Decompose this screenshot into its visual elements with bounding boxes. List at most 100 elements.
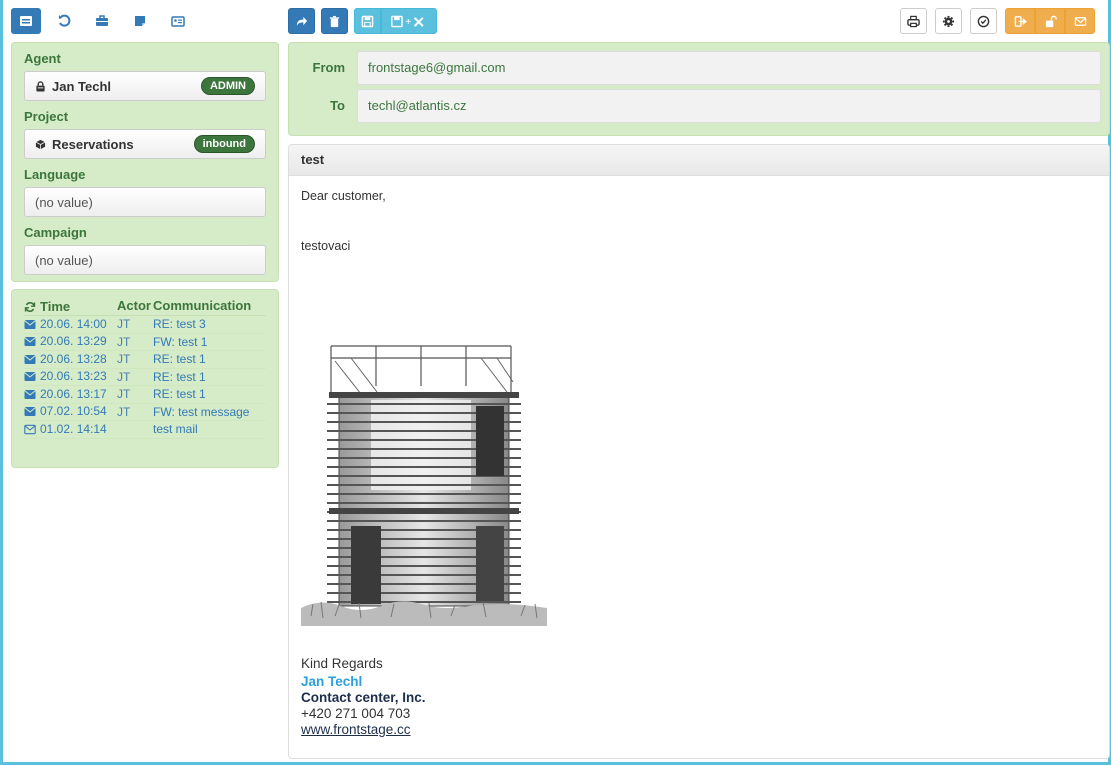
history-time: 20.06. 13:23 bbox=[24, 369, 117, 386]
history-row[interactable]: 20.06. 13:23 JT RE: test 1 bbox=[24, 369, 266, 386]
closing-text: Kind Regards bbox=[301, 656, 383, 671]
right-toolbar bbox=[900, 8, 1095, 34]
greeting-text: Dear customer, bbox=[301, 189, 386, 203]
history-time-text: 01.02. 14:14 bbox=[40, 421, 107, 436]
history-time-text: 20.06. 13:23 bbox=[40, 369, 107, 384]
forward-icon bbox=[296, 16, 308, 26]
trash-icon bbox=[329, 15, 340, 27]
history-time: 20.06. 14:00 bbox=[24, 316, 117, 333]
communication-history: Time Actor Communication 20.06. 14:00 JT R… bbox=[11, 289, 279, 468]
contact-card-icon bbox=[171, 16, 185, 27]
signature-website-link[interactable]: www.frontstage.cc bbox=[301, 722, 411, 737]
history-time-text: 20.06. 14:00 bbox=[40, 316, 107, 331]
svg-text:+: + bbox=[405, 17, 411, 28]
project-direction-badge: inbound bbox=[193, 135, 255, 153]
cube-icon bbox=[35, 139, 46, 149]
list-view-button[interactable] bbox=[11, 8, 41, 34]
history-row[interactable]: 20.06. 13:17 JT RE: test 1 bbox=[24, 386, 266, 404]
body-text: testovaci bbox=[301, 239, 351, 253]
history-actor: JT bbox=[117, 369, 131, 384]
envelope-icon bbox=[24, 372, 36, 382]
envelope-outline-icon bbox=[24, 424, 36, 434]
history-row[interactable]: 20.06. 13:29 JT FW: test 1 bbox=[24, 334, 266, 351]
history-time-text: 20.06. 13:28 bbox=[40, 351, 107, 366]
from-field[interactable]: frontstage6@gmail.com bbox=[357, 50, 1101, 85]
history-actor bbox=[117, 421, 153, 438]
settings-button[interactable] bbox=[935, 8, 962, 34]
refresh-icon[interactable] bbox=[24, 301, 36, 313]
project-field[interactable]: Reservations inbound bbox=[24, 129, 266, 159]
envelope-icon bbox=[1074, 16, 1086, 26]
unlock-button[interactable] bbox=[1035, 8, 1065, 34]
history-time-text: 07.02. 10:54 bbox=[40, 404, 107, 419]
history-time-text: 20.06. 13:29 bbox=[40, 334, 107, 349]
forward-button[interactable] bbox=[288, 8, 315, 34]
comm-col-header: Communication bbox=[153, 298, 252, 313]
project-name: Reservations bbox=[52, 136, 134, 152]
history-row[interactable]: 01.02. 14:14 test mail bbox=[24, 421, 266, 439]
history-actor: JT bbox=[117, 334, 131, 349]
delete-button[interactable] bbox=[321, 8, 348, 34]
history-time: 20.06. 13:28 bbox=[24, 351, 117, 368]
mail-button[interactable] bbox=[1065, 8, 1095, 34]
briefcase-icon bbox=[96, 15, 108, 26]
from-row: From frontstage6@gmail.com bbox=[297, 50, 1101, 85]
logout-button[interactable] bbox=[1005, 8, 1035, 34]
signature: Kind Regards Jan Techl Contact center, I… bbox=[301, 656, 426, 738]
history-time: 20.06. 13:29 bbox=[24, 334, 117, 351]
envelope-icon bbox=[24, 389, 36, 399]
agent-heading: Agent bbox=[24, 51, 61, 66]
history-header: Time Actor Communication bbox=[24, 298, 266, 316]
contact-card-button[interactable] bbox=[163, 8, 193, 34]
tower-illustration bbox=[301, 345, 547, 626]
briefcase-button[interactable] bbox=[87, 8, 117, 34]
agent-name: Jan Techl bbox=[52, 78, 112, 94]
history-comm: RE: test 1 bbox=[153, 387, 206, 401]
history-row[interactable]: 20.06. 13:28 JT RE: test 1 bbox=[24, 351, 266, 369]
history-row[interactable]: 20.06. 14:00 JT RE: test 3 bbox=[24, 316, 266, 334]
gear-icon bbox=[942, 15, 955, 27]
history-icon bbox=[59, 14, 71, 27]
message-actions: + bbox=[288, 8, 437, 34]
history-actor: JT bbox=[117, 317, 131, 331]
signature-company: Contact center, Inc. bbox=[301, 690, 426, 705]
project-label-wrap: Reservations bbox=[35, 137, 194, 152]
history-comm: RE: test 3 bbox=[153, 317, 206, 331]
status-group bbox=[1005, 8, 1095, 34]
to-field[interactable]: techl@atlantis.cz bbox=[357, 88, 1101, 123]
save-icon bbox=[361, 15, 374, 27]
unlock-icon bbox=[1045, 15, 1057, 27]
print-button[interactable] bbox=[900, 8, 927, 34]
history-time: 07.02. 10:54 bbox=[24, 404, 117, 421]
language-field[interactable]: (no value) bbox=[24, 187, 266, 217]
project-heading: Project bbox=[24, 109, 69, 124]
history-actor: JT bbox=[117, 352, 131, 366]
done-button[interactable] bbox=[970, 8, 997, 34]
save-close-button[interactable]: + bbox=[381, 8, 437, 34]
to-row: To techl@atlantis.cz bbox=[297, 88, 1101, 123]
history-comm: RE: test 1 bbox=[153, 352, 206, 366]
campaign-heading: Campaign bbox=[24, 225, 87, 240]
history-button[interactable] bbox=[49, 8, 79, 34]
save-button[interactable] bbox=[354, 8, 381, 34]
list-icon bbox=[20, 16, 32, 26]
history-comm: RE: test 1 bbox=[153, 369, 206, 384]
check-circle-icon bbox=[977, 15, 990, 27]
notes-button[interactable] bbox=[125, 8, 155, 34]
campaign-value: (no value) bbox=[35, 252, 93, 268]
address-panel: From frontstage6@gmail.com To techl@atla… bbox=[288, 42, 1110, 136]
context-panel: Agent Jan Techl ADMIN Project Reservatio… bbox=[11, 42, 279, 282]
actor-col-header: Actor bbox=[117, 298, 151, 313]
history-actor: JT bbox=[117, 404, 131, 419]
envelope-icon bbox=[24, 354, 36, 364]
message-body[interactable]: Dear customer, testovaci Kind Regards Ja… bbox=[289, 176, 1109, 756]
signature-phone: +420 271 004 703 bbox=[301, 706, 411, 721]
history-actor: JT bbox=[117, 387, 131, 401]
agent-field[interactable]: Jan Techl ADMIN bbox=[24, 71, 266, 101]
note-icon bbox=[135, 16, 145, 26]
campaign-field[interactable]: (no value) bbox=[24, 245, 266, 275]
history-row[interactable]: 07.02. 10:54 JT FW: test message bbox=[24, 404, 266, 421]
to-label: To bbox=[330, 98, 345, 113]
history-rows: 20.06. 14:00 JT RE: test 3 20.06. 13:29 JT FW… bbox=[24, 316, 266, 439]
module-nav bbox=[11, 8, 193, 34]
